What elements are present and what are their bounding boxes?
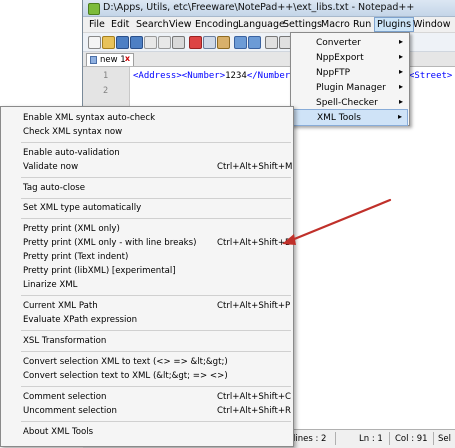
annotation-arrow-head [282, 234, 296, 245]
annotation-arrow-shaft [285, 198, 392, 244]
annotation-arrow-icon [282, 198, 392, 245]
